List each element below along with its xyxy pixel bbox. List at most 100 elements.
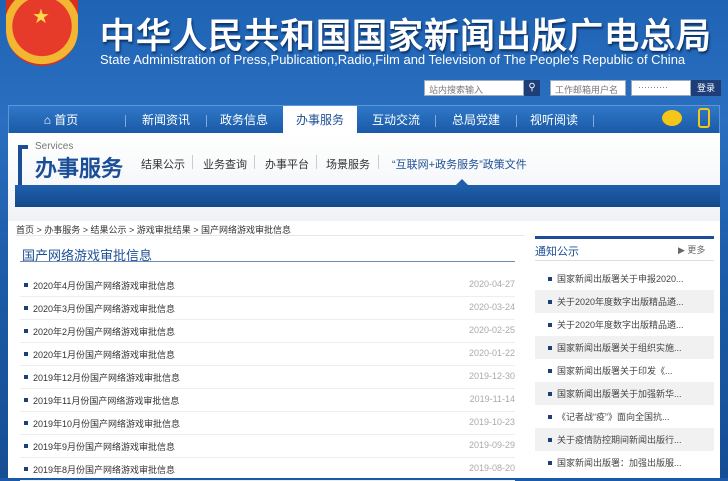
item-title[interactable]: 2019年10月份国产网络游戏审批信息 <box>33 417 180 430</box>
bullet-icon <box>24 467 28 471</box>
nav-government-info[interactable]: 政务信息 <box>209 106 279 134</box>
sidebar-item[interactable]: 关于2020年度数字出版精品遴... <box>535 313 714 336</box>
bracket-decoration <box>18 145 28 185</box>
more-link[interactable]: ▶ 更多 <box>678 243 705 256</box>
sidebar-item[interactable]: 关于疫情防控期间新闻出版行... <box>535 428 714 451</box>
bullet-icon <box>24 398 28 402</box>
sidebar-item[interactable]: 国家新闻出版署关于加强新华... <box>535 382 714 405</box>
mobile-icon[interactable] <box>698 108 710 128</box>
sidebar-item-title[interactable]: 关于疫情防控期间新闻出版行... <box>557 433 682 446</box>
content-panel: Services 办事服务 结果公示 业务查询 办事平台 场景服务 “互联网+政… <box>8 133 720 481</box>
password-field[interactable]: ·········· <box>631 80 691 96</box>
search-input[interactable]: 站内搜索输入 <box>424 80 524 96</box>
item-date: 2020-01-22 <box>468 348 515 358</box>
sidebar-item-title[interactable]: 国家新闻出版署关于申报2020... <box>557 272 684 285</box>
services-title: 办事服务 <box>35 156 124 181</box>
home-icon: ⌂ <box>43 113 55 127</box>
divider <box>16 235 524 236</box>
list-item[interactable]: 2019年10月份国产网络游戏审批信息 2019-10-23 <box>20 412 515 435</box>
sidebar-item-title[interactable]: 国家新闻出版署关于组织实施... <box>557 341 682 354</box>
sidebar-item[interactable]: 国家新闻出版署：加强出版服... <box>535 451 714 474</box>
sidebar-item-title[interactable]: 关于2020年度数字出版精品遴... <box>557 318 684 331</box>
item-title[interactable]: 2020年2月份国产网络游戏审批信息 <box>33 325 175 338</box>
item-title[interactable]: 2020年3月份国产网络游戏审批信息 <box>33 302 175 315</box>
item-date: 2019-08-20 <box>468 463 515 473</box>
divider <box>535 260 714 261</box>
site-title-english: State Administration of Press,Publicatio… <box>100 52 686 67</box>
sidebar-item[interactable]: 关于2020年度数字出版精品遴... <box>535 290 714 313</box>
list-item[interactable]: 2019年9月份国产网络游戏审批信息 2019-09-29 <box>20 435 515 458</box>
item-date: 2019-09-29 <box>468 440 515 450</box>
divider <box>254 155 255 169</box>
nav-home-label: 首页 <box>54 113 79 127</box>
bullet-icon <box>24 375 28 379</box>
list-item[interactable]: 2019年12月份国产网络游戏审批信息 2019-12-30 <box>20 366 515 389</box>
main-nav: ⌂ 首页 新闻资讯 政务信息 办事服务 互动交流 总局党建 视听阅读 <box>8 105 720 134</box>
wechat-icon[interactable] <box>662 110 682 126</box>
item-date: 2020-02-25 <box>468 325 515 335</box>
login-button[interactable]: 登录 <box>691 80 721 96</box>
services-bar <box>15 185 720 207</box>
sidebar-item-title[interactable]: 国家新闻出版署：加强出版服... <box>557 456 682 469</box>
item-title[interactable]: 2019年11月份国产网络游戏审批信息 <box>33 394 179 407</box>
services-link-query[interactable]: 业务查询 <box>203 156 247 172</box>
search-icon[interactable]: ⚲ <box>524 80 540 96</box>
bullet-icon <box>548 438 552 442</box>
bullet-icon <box>548 369 552 373</box>
item-date: 2019-10-23 <box>468 417 515 427</box>
nav-divider <box>516 115 517 127</box>
list-item[interactable]: 2020年3月份国产网络游戏审批信息 2020-03-24 <box>20 297 515 320</box>
bullet-icon <box>24 352 28 356</box>
item-date: 2019-12-30 <box>468 371 515 381</box>
nav-home[interactable]: ⌂ 首页 <box>31 106 91 134</box>
sidebar-item[interactable]: 国家新闻出版署关于组织实施... <box>535 336 714 359</box>
nav-news[interactable]: 新闻资讯 <box>131 106 201 134</box>
item-title[interactable]: 2019年9月份国产网络游戏审批信息 <box>33 440 175 453</box>
bullet-icon <box>24 329 28 333</box>
sidebar-item-title[interactable]: 《记者战“疫”》面向全国抗... <box>557 410 670 423</box>
sidebar-item-title[interactable]: 国家新闻出版署关于印发《... <box>557 364 673 377</box>
bullet-icon <box>24 444 28 448</box>
bullet-icon <box>548 323 552 327</box>
username-field[interactable]: 工作邮箱用户名 <box>550 80 626 96</box>
sidebar-title: 通知公示 <box>535 246 579 258</box>
services-link-scenes[interactable]: 场景服务 <box>326 156 370 172</box>
services-link-results[interactable]: 结果公示 <box>141 156 185 172</box>
list-item[interactable]: 2020年4月份国产网络游戏审批信息 2020-04-27 <box>20 274 515 297</box>
sidebar-item[interactable]: 《记者战“疫”》面向全国抗... <box>535 405 714 428</box>
sidebar-item-title[interactable]: 关于2020年度数字出版精品遴... <box>557 295 684 308</box>
nav-divider <box>125 115 126 127</box>
divider <box>378 155 379 169</box>
bullet-icon <box>24 306 28 310</box>
bullet-icon <box>548 277 552 281</box>
item-title[interactable]: 2019年12月份国产网络游戏审批信息 <box>33 371 180 384</box>
bullet-icon <box>548 415 552 419</box>
item-title[interactable]: 2020年1月份国产网络游戏审批信息 <box>33 348 175 361</box>
sidebar-item[interactable]: 国家新闻出版署关于申报2020... <box>535 267 714 290</box>
list-item[interactable]: 2019年11月份国产网络游戏审批信息 2019-11-14 <box>20 389 515 412</box>
sidebar-item-title[interactable]: 国家新闻出版署关于加强新华... <box>557 387 682 400</box>
services-link-policy[interactable]: “互联网+政务服务”政策文件 <box>392 156 527 172</box>
nav-divider <box>206 115 207 127</box>
sidebar-item[interactable]: 国家新闻出版署关于印发《... <box>535 359 714 382</box>
divider <box>20 261 515 262</box>
item-date: 2019-11-14 <box>469 394 515 404</box>
bullet-icon <box>548 461 552 465</box>
services-link-platform[interactable]: 办事平台 <box>265 156 309 172</box>
divider <box>316 155 317 169</box>
list-item[interactable]: 2020年2月份国产网络游戏审批信息 2020-02-25 <box>20 320 515 343</box>
item-title[interactable]: 2019年8月份国产网络游戏审批信息 <box>33 463 175 476</box>
nav-audiovisual[interactable]: 视听阅读 <box>519 106 589 134</box>
list-item[interactable]: 2020年1月份国产网络游戏审批信息 2020-01-22 <box>20 343 515 366</box>
services-header: Services 办事服务 结果公示 业务查询 办事平台 场景服务 “互联网+政… <box>8 133 720 221</box>
sidebar-top-border <box>535 236 714 239</box>
nav-interaction[interactable]: 互动交流 <box>361 106 431 134</box>
item-date: 2020-04-27 <box>468 279 515 289</box>
nav-divider <box>435 115 436 127</box>
item-title[interactable]: 2020年4月份国产网络游戏审批信息 <box>33 279 175 292</box>
bullet-icon <box>24 283 28 287</box>
divider <box>192 155 193 169</box>
nav-services[interactable]: 办事服务 <box>283 106 357 134</box>
bullet-icon <box>24 421 28 425</box>
nav-party[interactable]: 总局党建 <box>441 106 511 134</box>
